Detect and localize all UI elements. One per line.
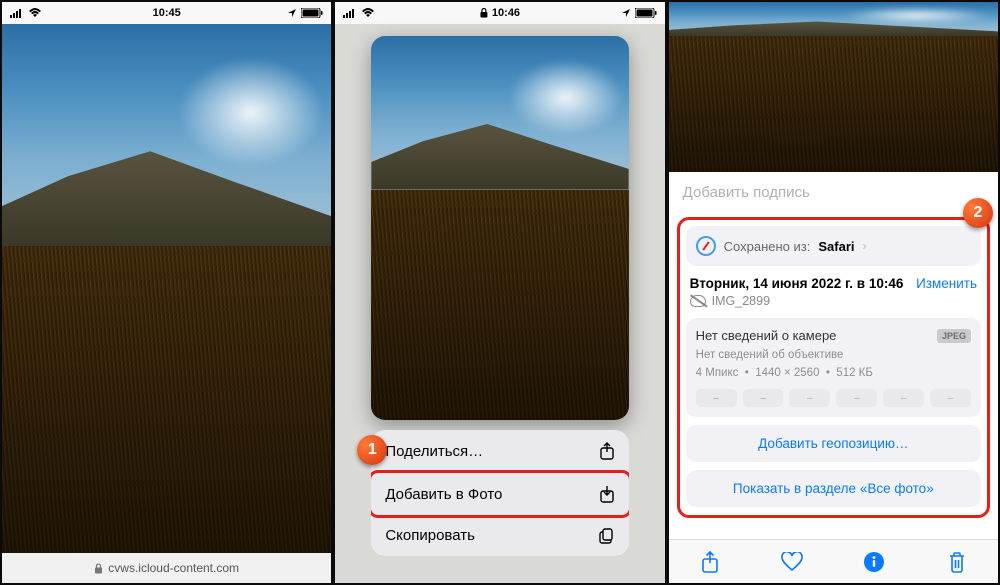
photo-filename: IMG_2899 bbox=[712, 294, 770, 308]
image-thumbnail[interactable] bbox=[669, 2, 998, 172]
chevron-right-icon: › bbox=[863, 239, 867, 253]
signal-icon bbox=[10, 8, 24, 18]
share-button[interactable] bbox=[697, 549, 723, 575]
phone-photos-info: Добавить подпись 2 Сохранено из: Safari … bbox=[669, 2, 998, 583]
wifi-icon bbox=[28, 8, 42, 18]
url-text: cvws.icloud-content.com bbox=[108, 561, 239, 575]
lock-icon bbox=[480, 8, 488, 18]
show-in-all-photos-button[interactable]: Показать в разделе «Все фото» bbox=[686, 470, 981, 507]
save-image-icon bbox=[599, 485, 615, 503]
battery-icon bbox=[635, 8, 657, 18]
menu-label: Поделиться… bbox=[385, 443, 483, 460]
lock-icon bbox=[94, 563, 103, 574]
image-viewer[interactable] bbox=[2, 24, 331, 553]
location-icon bbox=[621, 8, 631, 18]
cloud-off-icon bbox=[690, 295, 706, 307]
format-tag: JPEG bbox=[937, 329, 971, 343]
add-geolocation-button[interactable]: Добавить геопозицию… bbox=[686, 425, 981, 462]
camera-info: Нет сведений о камере JPEG Нет сведений … bbox=[686, 318, 981, 417]
status-time: 10:45 bbox=[153, 7, 181, 19]
status-bar: 10:46 bbox=[335, 2, 664, 24]
photo-date: Вторник, 14 июня 2022 г. в 10:46 bbox=[690, 276, 904, 291]
saved-from-label: Сохранено из: bbox=[724, 239, 811, 254]
menu-label: Скопировать bbox=[385, 527, 475, 544]
image-preview[interactable] bbox=[371, 36, 628, 420]
metadata: Вторник, 14 июня 2022 г. в 10:46 Изменит… bbox=[686, 274, 981, 310]
no-lens-label: Нет сведений об объективе bbox=[696, 349, 971, 361]
menu-copy[interactable]: Скопировать bbox=[371, 515, 628, 556]
menu-label: Добавить в Фото bbox=[385, 486, 502, 503]
bottom-toolbar bbox=[669, 539, 998, 583]
location-icon bbox=[287, 8, 297, 18]
saved-from-app: Safari bbox=[818, 239, 854, 254]
image-specs: 4 Мпикс • 1440 × 2560 • 512 КБ bbox=[696, 367, 971, 379]
status-time: 10:46 bbox=[492, 7, 520, 19]
share-icon bbox=[599, 442, 615, 460]
menu-share[interactable]: Поделиться… bbox=[371, 430, 628, 473]
caption-field[interactable]: Добавить подпись bbox=[669, 172, 998, 213]
info-panel: 2 Сохранено из: Safari › Вторник, 14 июн… bbox=[677, 217, 990, 518]
no-camera-label: Нет сведений о камере bbox=[696, 328, 837, 343]
context-menu: Поделиться… Добавить в Фото Скопировать bbox=[371, 430, 628, 556]
menu-add-to-photos[interactable]: Добавить в Фото bbox=[371, 470, 628, 518]
url-bar[interactable]: cvws.icloud-content.com bbox=[2, 553, 331, 583]
saved-from-row[interactable]: Сохранено из: Safari › bbox=[686, 226, 981, 266]
callout-badge-2: 2 bbox=[963, 198, 993, 228]
phone-context-menu: 10:46 Поделиться… Добавить в Фото bbox=[335, 2, 664, 583]
safari-icon bbox=[696, 236, 716, 256]
wifi-icon bbox=[361, 8, 375, 18]
info-button[interactable] bbox=[861, 549, 887, 575]
status-bar: 10:45 bbox=[2, 2, 331, 24]
signal-icon bbox=[343, 8, 357, 18]
copy-icon bbox=[599, 528, 615, 544]
favorite-button[interactable] bbox=[779, 549, 805, 575]
battery-icon bbox=[301, 8, 323, 18]
phone-safari-fullscreen: 10:45 cvws.icloud-content.com bbox=[2, 2, 331, 583]
edit-date-button[interactable]: Изменить bbox=[916, 276, 977, 291]
delete-button[interactable] bbox=[944, 549, 970, 575]
exif-grid: –––––– bbox=[696, 389, 971, 407]
